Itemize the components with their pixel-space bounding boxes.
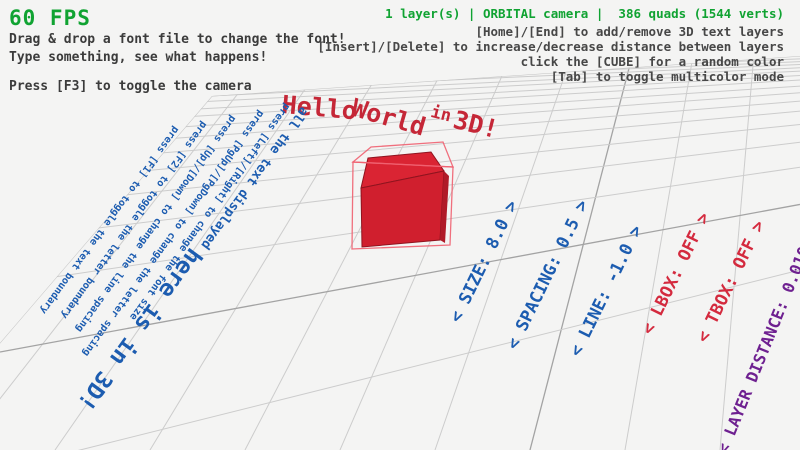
app-window: 60 FPS Drag & drop a font file to change… bbox=[0, 0, 800, 450]
status-bar: 1 layer(s) | ORBITAL camera | 386 quads … bbox=[385, 8, 784, 21]
fps-counter: 60 FPS bbox=[9, 8, 91, 29]
headline-word-in: in bbox=[429, 104, 453, 125]
hint-layers: [Home]/[End] to add/remove 3D text layer… bbox=[475, 26, 784, 39]
hint-multicolor: [Tab] to toggle multicolor mode bbox=[551, 71, 784, 84]
hint-layer-distance: [Insert]/[Delete] to increase/decrease d… bbox=[317, 41, 784, 54]
hint-drag-drop: Drag & drop a font file to change the fo… bbox=[9, 33, 346, 46]
hint-type: Type something, see what happens! bbox=[9, 51, 267, 64]
cube[interactable] bbox=[352, 142, 453, 249]
hint-cube-color: click the [CUBE] for a random color bbox=[521, 56, 784, 69]
grid-line bbox=[0, 58, 144, 450]
hint-camera-toggle: Press [F3] to toggle the camera bbox=[9, 80, 252, 93]
